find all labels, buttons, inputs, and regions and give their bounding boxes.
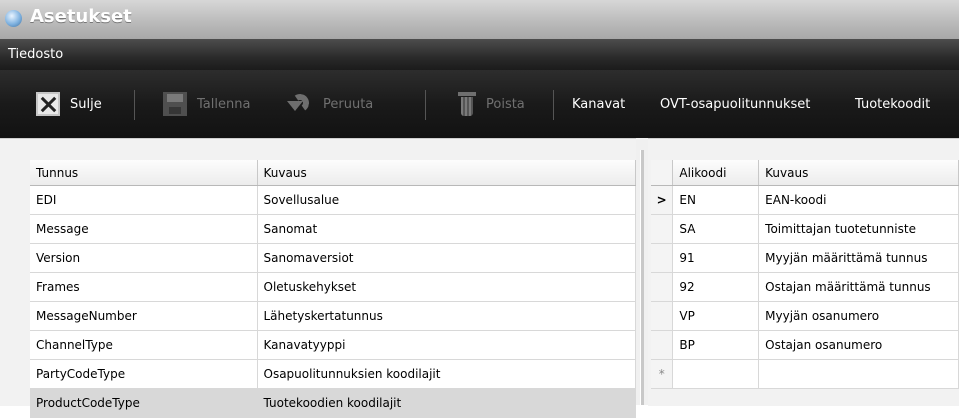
panel-splitter[interactable] xyxy=(636,138,648,405)
cell-kuvaus[interactable]: Ostajan määrittämä tunnus xyxy=(758,272,959,302)
delete-button-label: Poista xyxy=(486,96,525,112)
window-title: Asetukset xyxy=(30,6,132,27)
table-row[interactable]: ChannelType Kanavatyyppi xyxy=(30,330,636,360)
cell-kuvaus[interactable]: Kanavatyyppi xyxy=(257,330,636,360)
channels-button[interactable]: Kanavat xyxy=(572,70,625,138)
table-row[interactable]: PartyCodeType Osapuolitunnuksien koodilaj… xyxy=(30,359,636,389)
cell-tunnus[interactable]: ProductCodeType xyxy=(30,388,258,418)
table-row[interactable]: 91 Myyjän määrittämä tunnus xyxy=(651,243,959,273)
undo-icon xyxy=(285,92,313,116)
cell-tunnus[interactable]: Frames xyxy=(30,272,258,302)
row-header[interactable] xyxy=(651,214,674,244)
table-header-row: Alikoodi Kuvaus xyxy=(651,160,959,186)
cell-kuvaus[interactable]: Ostajan osanumero xyxy=(758,330,959,360)
cell-alikoodi[interactable]: 92 xyxy=(672,272,760,302)
column-header-alikoodi[interactable]: Alikoodi xyxy=(672,160,760,186)
splitter-grip[interactable] xyxy=(640,150,644,405)
save-button[interactable]: Tallenna xyxy=(163,70,250,138)
cell-kuvaus[interactable]: Sovellusalue xyxy=(257,185,636,215)
cell-kuvaus[interactable]: Osapuolitunnuksien koodilajit xyxy=(257,359,636,389)
column-header-tunnus[interactable]: Tunnus xyxy=(30,160,258,186)
row-header[interactable] xyxy=(651,272,674,302)
table-row[interactable]: EDI Sovellusalue xyxy=(30,185,636,215)
cell-kuvaus[interactable]: EAN-koodi xyxy=(758,185,959,215)
row-header[interactable] xyxy=(651,301,674,331)
subcode-table: Alikoodi Kuvaus > EN EAN-koodi SA Toimit… xyxy=(651,160,959,389)
cell-kuvaus[interactable]: Myyjän osanumero xyxy=(758,301,959,331)
table-row[interactable]: Frames Oletuskehykset xyxy=(30,272,636,302)
app-gear-icon xyxy=(5,10,22,27)
menu-file[interactable]: Tiedosto xyxy=(8,47,63,62)
table-row-selected[interactable]: ProductCodeType Tuotekoodien koodilajit xyxy=(30,388,636,418)
cell-kuvaus[interactable]: Oletuskehykset xyxy=(257,272,636,302)
save-icon xyxy=(163,92,187,116)
product-codes-button-label: Tuotekoodit xyxy=(855,96,931,112)
cell-tunnus[interactable]: ChannelType xyxy=(30,330,258,360)
cell-alikoodi[interactable]: 91 xyxy=(672,243,760,273)
title-bar: Asetukset xyxy=(0,0,959,39)
ovt-codes-button-label: OVT-osapuolitunnukset xyxy=(660,96,811,112)
cell-kuvaus[interactable]: Sanomat xyxy=(257,214,636,244)
cell-alikoodi-new[interactable] xyxy=(672,359,760,389)
table-row-current[interactable]: > EN EAN-koodi xyxy=(651,185,959,215)
column-header-kuvaus[interactable]: Kuvaus xyxy=(257,160,636,186)
row-header[interactable] xyxy=(651,330,674,360)
cell-tunnus[interactable]: PartyCodeType xyxy=(30,359,258,389)
table-row[interactable]: BP Ostajan osanumero xyxy=(651,330,959,360)
cell-tunnus[interactable]: Version xyxy=(30,243,258,273)
close-button-label: Sulje xyxy=(70,96,102,112)
table-row[interactable]: 92 Ostajan määrittämä tunnus xyxy=(651,272,959,302)
cell-kuvaus[interactable]: Lähetyskertatunnus xyxy=(257,301,636,331)
table-row[interactable]: Message Sanomat xyxy=(30,214,636,244)
row-header[interactable] xyxy=(651,243,674,273)
column-header-kuvaus[interactable]: Kuvaus xyxy=(758,160,959,186)
current-row-arrow-icon[interactable]: > xyxy=(651,185,674,215)
save-button-label: Tallenna xyxy=(197,96,251,112)
close-icon xyxy=(36,92,60,116)
table-row-new[interactable]: * xyxy=(651,359,959,389)
cell-kuvaus[interactable]: Myyjän määrittämä tunnus xyxy=(758,243,959,273)
channels-button-label: Kanavat xyxy=(572,96,626,112)
table-row[interactable]: MessageNumber Lähetyskertatunnus xyxy=(30,301,636,331)
toolbar-divider xyxy=(553,90,554,120)
cell-tunnus[interactable]: Message xyxy=(30,214,258,244)
product-codes-button[interactable]: Tuotekoodit xyxy=(855,70,930,138)
cell-kuvaus[interactable]: Toimittajan tuotetunniste xyxy=(758,214,959,244)
cell-kuvaus[interactable]: Sanomaversiot xyxy=(257,243,636,273)
row-header-corner xyxy=(651,160,674,186)
new-row-asterisk-icon[interactable]: * xyxy=(651,359,674,389)
menu-bar: Tiedosto xyxy=(0,39,959,70)
table-row[interactable]: Version Sanomaversiot xyxy=(30,243,636,273)
table-row[interactable]: SA Toimittajan tuotetunniste xyxy=(651,214,959,244)
close-button[interactable]: Sulje xyxy=(36,70,102,138)
toolbar-divider xyxy=(134,90,135,120)
cell-alikoodi[interactable]: BP xyxy=(672,330,760,360)
cell-tunnus[interactable]: MessageNumber xyxy=(30,301,258,331)
delete-button[interactable]: Poista xyxy=(458,70,525,138)
table-row[interactable]: VP Myyjän osanumero xyxy=(651,301,959,331)
cell-alikoodi[interactable]: VP xyxy=(672,301,760,331)
undo-button[interactable]: Peruuta xyxy=(285,70,373,138)
toolbar-divider xyxy=(425,90,426,120)
ovt-codes-button[interactable]: OVT-osapuolitunnukset xyxy=(660,70,810,138)
cell-alikoodi[interactable]: EN xyxy=(672,185,760,215)
settings-table: Tunnus Kuvaus EDI Sovellusalue Message San… xyxy=(30,160,636,418)
cell-tunnus[interactable]: EDI xyxy=(30,185,258,215)
trash-icon xyxy=(458,91,476,117)
cell-kuvaus[interactable]: Tuotekoodien koodilajit xyxy=(257,388,636,418)
undo-button-label: Peruuta xyxy=(323,96,374,112)
cell-kuvaus-new[interactable] xyxy=(758,359,959,389)
cell-alikoodi[interactable]: SA xyxy=(672,214,760,244)
table-header-row: Tunnus Kuvaus xyxy=(30,160,636,186)
toolbar: Sulje Tallenna Peruuta Poista Kanavat OV… xyxy=(0,70,959,138)
